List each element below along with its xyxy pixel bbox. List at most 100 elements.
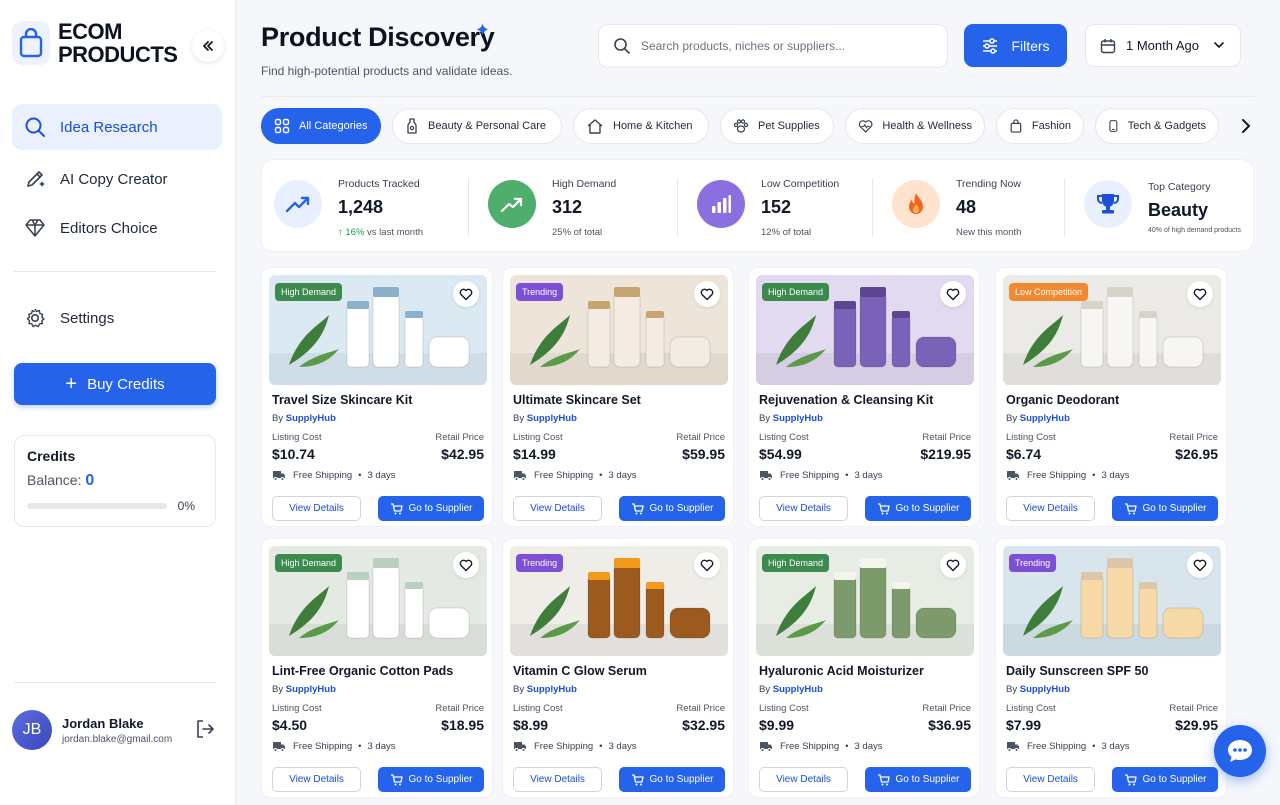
bag-icon — [1010, 119, 1022, 133]
sidebar-item-idea-research[interactable]: Idea Research — [12, 104, 222, 150]
retail-price-label: Retail Price — [1169, 432, 1218, 443]
favorite-button[interactable] — [694, 552, 720, 578]
bottle-icon — [407, 118, 417, 134]
view-details-button[interactable]: View Details — [272, 496, 361, 521]
supplier-link[interactable]: SupplyHub — [527, 684, 577, 695]
product-name[interactable]: Ultimate Skincare Set — [513, 393, 641, 407]
go-to-supplier-button[interactable]: Go to Supplier — [1112, 496, 1218, 521]
search-bar[interactable] — [598, 24, 948, 68]
supplier-link[interactable]: SupplyHub — [286, 413, 336, 424]
favorite-button[interactable] — [453, 281, 479, 307]
header-divider — [261, 96, 1254, 97]
buy-credits-button[interactable]: + Buy Credits — [14, 363, 216, 405]
tab-all-categories[interactable]: All Categories — [261, 108, 381, 144]
filters-button[interactable]: Filters — [964, 24, 1067, 67]
favorite-button[interactable] — [940, 281, 966, 307]
view-details-button[interactable]: View Details — [759, 767, 848, 792]
truck-icon — [1007, 742, 1019, 752]
truck-icon — [760, 742, 772, 752]
cart-icon — [1124, 502, 1137, 514]
by-label: By — [513, 684, 525, 695]
product-image[interactable]: High Demand — [269, 546, 487, 656]
shipping-info: Free Shipping • 3 days — [513, 741, 636, 752]
listing-cost-label: Listing Cost — [272, 432, 322, 443]
product-image[interactable]: High Demand — [756, 546, 974, 656]
favorite-button[interactable] — [694, 281, 720, 307]
product-image[interactable]: High Demand — [269, 275, 487, 385]
retail-price-value: $219.95 — [920, 446, 971, 462]
stat-top-category: Top Category Beauty 40% of high demand p… — [1084, 160, 1252, 253]
tab-health-wellness[interactable]: Health & Wellness — [845, 108, 985, 144]
retail-price-label: Retail Price — [435, 432, 484, 443]
truck-icon — [273, 742, 285, 752]
supplier-link[interactable]: SupplyHub — [1020, 684, 1070, 695]
by-label: By — [1006, 684, 1018, 695]
product-card: High Demand Lint-Free Organic Cotton Pad… — [261, 538, 493, 798]
product-image[interactable]: High Demand — [756, 275, 974, 385]
chevron-right-icon[interactable] — [1236, 116, 1256, 141]
product-name[interactable]: Travel Size Skincare Kit — [272, 393, 412, 407]
go-to-supplier-button[interactable]: Go to Supplier — [1112, 767, 1218, 792]
truck-icon — [273, 471, 285, 481]
search-input[interactable] — [641, 39, 931, 53]
listing-cost-value: $14.99 — [513, 446, 556, 462]
search-icon — [25, 117, 45, 137]
product-name[interactable]: Lint-Free Organic Cotton Pads — [272, 664, 453, 678]
tab-pet-supplies[interactable]: Pet Supplies — [720, 108, 834, 144]
stat-separator — [1064, 178, 1065, 236]
product-name[interactable]: Organic Deodorant — [1006, 393, 1119, 407]
product-name[interactable]: Rejuvenation & Cleansing Kit — [759, 393, 933, 407]
go-to-supplier-button[interactable]: Go to Supplier — [619, 496, 725, 521]
listing-cost-value: $8.99 — [513, 717, 549, 733]
tab-tech-gadgets[interactable]: Tech & Gadgets — [1095, 108, 1219, 144]
sidebar-item-settings[interactable]: Settings — [12, 295, 222, 341]
view-details-button[interactable]: View Details — [513, 767, 602, 792]
view-details-button[interactable]: View Details — [759, 496, 848, 521]
favorite-button[interactable] — [1187, 552, 1213, 578]
product-name[interactable]: Daily Sunscreen SPF 50 — [1006, 664, 1148, 678]
sidebar-item-ai-copy-creator[interactable]: AI Copy Creator — [12, 156, 222, 202]
tab-fashion[interactable]: Fashion — [996, 108, 1084, 144]
supplier-link[interactable]: SupplyHub — [286, 684, 336, 695]
sidebar-item-editors-choice[interactable]: Editors Choice — [12, 205, 222, 251]
trend-up-icon — [274, 180, 322, 228]
tab-home-kitchen[interactable]: Home & Kitchen — [573, 108, 709, 144]
brand-logo[interactable]: ECOM PRODUCTS — [12, 20, 178, 67]
favorite-button[interactable] — [940, 552, 966, 578]
supplier-link[interactable]: SupplyHub — [773, 413, 823, 424]
sidebar-divider — [14, 271, 216, 272]
view-details-button[interactable]: View Details — [1006, 767, 1095, 792]
view-details-button[interactable]: View Details — [1006, 496, 1095, 521]
view-details-button[interactable]: View Details — [513, 496, 602, 521]
stats-bar: Products Tracked 1,248 ↑ 16% vs last mon… — [261, 159, 1254, 252]
product-name[interactable]: Vitamin C Glow Serum — [513, 664, 647, 678]
supplier-link[interactable]: SupplyHub — [773, 684, 823, 695]
product-image[interactable]: Trending — [510, 275, 728, 385]
product-image[interactable]: Trending — [1003, 546, 1221, 656]
tab-beauty-personal-care[interactable]: Beauty & Personal Care — [392, 108, 562, 144]
go-to-supplier-button[interactable]: Go to Supplier — [378, 767, 484, 792]
date-range-select[interactable]: 1 Month Ago — [1085, 24, 1241, 67]
chat-button[interactable] — [1214, 725, 1266, 777]
go-to-supplier-button[interactable]: Go to Supplier — [619, 767, 725, 792]
product-name[interactable]: Hyaluronic Acid Moisturizer — [759, 664, 924, 678]
brand-line-2: PRODUCTS — [58, 42, 178, 67]
favorite-button[interactable] — [453, 552, 479, 578]
collapse-sidebar-button[interactable] — [192, 30, 224, 62]
product-image[interactable]: Low Competition — [1003, 275, 1221, 385]
listing-cost-value: $9.99 — [759, 717, 795, 733]
avatar[interactable]: JB — [12, 710, 52, 750]
supplier-link[interactable]: SupplyHub — [1020, 413, 1070, 424]
go-to-supplier-button[interactable]: Go to Supplier — [378, 496, 484, 521]
go-to-supplier-button[interactable]: Go to Supplier — [865, 496, 971, 521]
favorite-button[interactable] — [1187, 281, 1213, 307]
by-label: By — [513, 413, 525, 424]
double-chevron-left-icon — [203, 41, 213, 51]
by-label: By — [759, 684, 771, 695]
view-details-button[interactable]: View Details — [272, 767, 361, 792]
product-image[interactable]: Trending — [510, 546, 728, 656]
shipping-info: Free Shipping • 3 days — [272, 741, 395, 752]
go-to-supplier-button[interactable]: Go to Supplier — [865, 767, 971, 792]
supplier-link[interactable]: SupplyHub — [527, 413, 577, 424]
logout-icon[interactable] — [194, 718, 216, 745]
